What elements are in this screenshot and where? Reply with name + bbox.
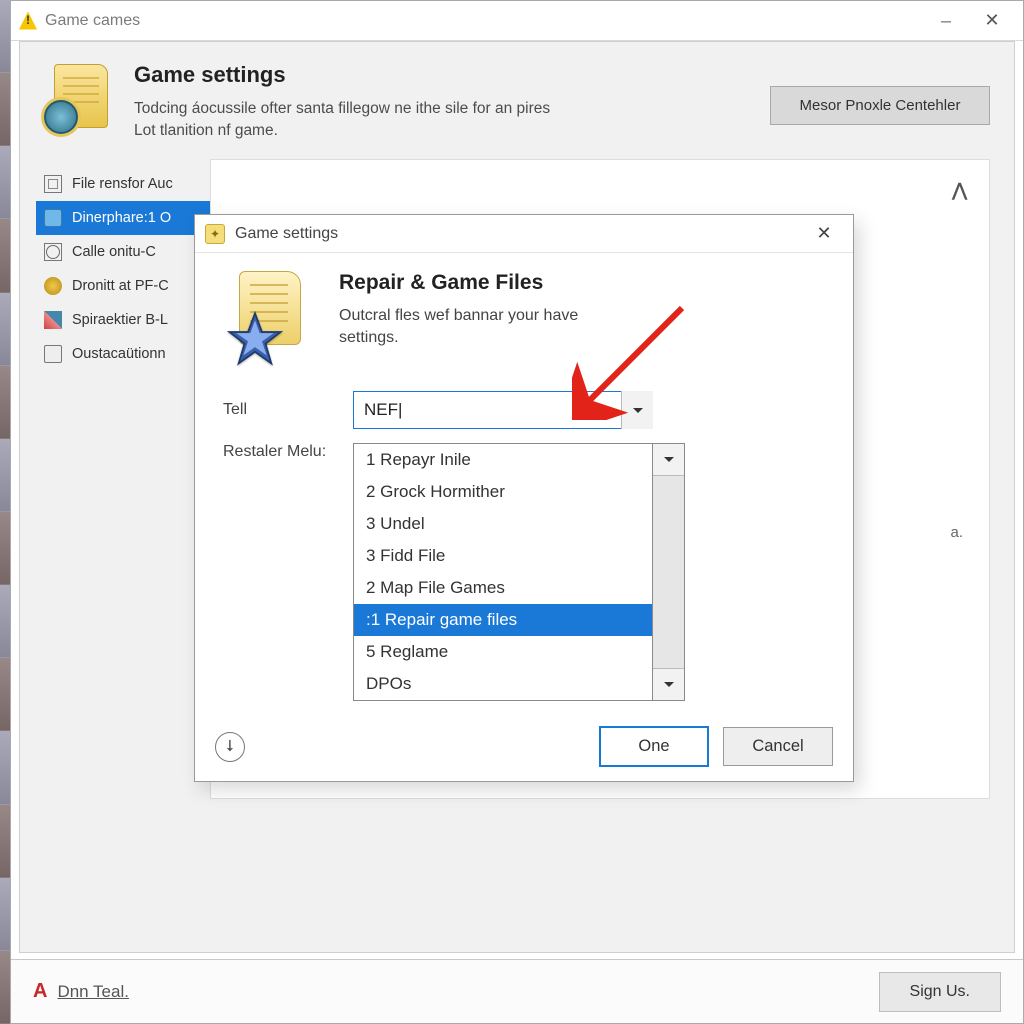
sidebar-item-calle[interactable]: Calle onitu-C: [36, 235, 210, 269]
collapse-caret-icon[interactable]: ⋀: [952, 180, 967, 201]
repair-files-icon: [223, 271, 319, 367]
file-icon: [44, 175, 62, 193]
left-thumbnail-strip: [0, 0, 10, 1024]
page-title: Game settings: [134, 62, 554, 88]
dropdown-option[interactable]: 1 Repayr Inile: [354, 444, 652, 476]
dropdown-option[interactable]: 3 Fidd File: [354, 540, 652, 572]
game-settings-dialog: Game settings ✕ Repair & Game Files Outc…: [194, 214, 854, 782]
page-header: Game settings Todcing áocussile ofter sa…: [20, 42, 1014, 159]
settings-folder-icon: [44, 62, 116, 134]
dialog-title: Game settings: [235, 225, 338, 243]
tell-label: Tell: [223, 401, 353, 419]
tell-value[interactable]: NEF|: [353, 391, 653, 429]
app-logo: A: [33, 980, 47, 1003]
dropdown-scroll[interactable]: [653, 443, 685, 701]
sidebar-item-spiraektier[interactable]: Spiraektier B-L: [36, 303, 210, 337]
sidebar: File rensfor Auc Dinerphare:1 O Calle on…: [20, 159, 210, 371]
dropdown-option[interactable]: 5 Reglame: [354, 636, 652, 668]
ok-button[interactable]: One: [599, 726, 709, 767]
dialog-header: Repair & Game Files Outcral fles wef ban…: [223, 271, 825, 367]
dialog-heading: Repair & Game Files: [339, 271, 639, 295]
dropdown-option[interactable]: DPOs: [354, 668, 652, 700]
sidebar-item-oustac[interactable]: Oustacaütionn: [36, 337, 210, 371]
sidebar-item-dronitt[interactable]: Dronitt at PF-C: [36, 269, 210, 303]
mesor-center-button[interactable]: Mesor Pnoxle Centehler: [770, 86, 990, 125]
dropdown-option[interactable]: 3 Undel: [354, 508, 652, 540]
status-link[interactable]: Dnn Teal.: [57, 982, 129, 1002]
sidebar-item-file[interactable]: File rensfor Auc: [36, 167, 210, 201]
restaler-label: Restaler Melu:: [223, 443, 353, 461]
titlebar: Game cames ─ ✕: [11, 1, 1023, 41]
dropdown-option-selected[interactable]: :1 Repair game files: [354, 604, 652, 636]
chevron-down-icon[interactable]: [621, 391, 653, 429]
disk-icon: [44, 345, 62, 363]
scroll-down-icon[interactable]: [653, 668, 684, 700]
minimize-button[interactable]: ─: [923, 6, 969, 36]
dropdown-option[interactable]: 2 Grock Hormither: [354, 476, 652, 508]
sidebar-item-dinerphare[interactable]: Dinerphare:1 O: [36, 201, 210, 235]
tiles-icon: [44, 311, 62, 329]
statusbar: A Dnn Teal. Sign Us.: [11, 959, 1023, 1023]
restaler-dropdown[interactable]: 1 Repayr Inile 2 Grock Hormither 3 Undel…: [353, 443, 653, 701]
dialog-close-button[interactable]: ✕: [805, 220, 843, 248]
main-hint-text: a.: [950, 524, 963, 541]
dropdown-option[interactable]: 2 Map File Games: [354, 572, 652, 604]
window-title: Game cames: [45, 12, 140, 30]
warning-icon: [19, 12, 37, 30]
globe-icon: [44, 243, 62, 261]
dialog-app-icon: [205, 224, 225, 244]
coin-icon: [44, 277, 62, 295]
tell-combobox[interactable]: NEF|: [353, 391, 653, 429]
scroll-track[interactable]: [653, 476, 684, 668]
info-icon[interactable]: ⭣: [215, 732, 245, 762]
dialog-subtext: Outcral fles wef bannar your have settin…: [339, 305, 639, 350]
camera-icon: [44, 209, 62, 227]
scroll-up-icon[interactable]: [653, 444, 684, 476]
page-description: Todcing áocussile ofter santa fillegow n…: [134, 98, 554, 141]
signus-button[interactable]: Sign Us.: [879, 972, 1001, 1012]
cancel-button[interactable]: Cancel: [723, 727, 833, 766]
dialog-titlebar: Game settings ✕: [195, 215, 853, 253]
dialog-footer: ⭣ One Cancel: [195, 712, 853, 781]
close-button[interactable]: ✕: [969, 6, 1015, 36]
